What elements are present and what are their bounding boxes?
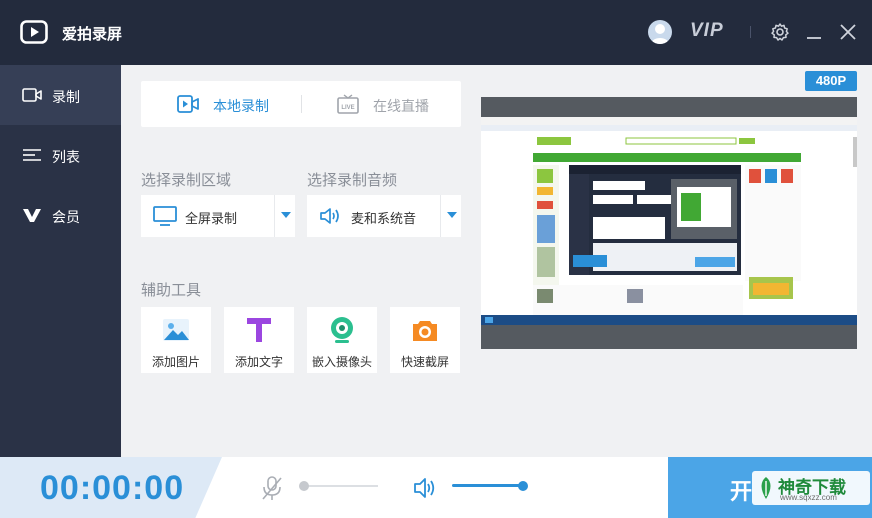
speaker-volume-track[interactable] <box>452 484 524 487</box>
text-t-icon <box>247 318 271 342</box>
record-area-select[interactable]: 全屏录制 <box>141 195 295 237</box>
mic-volume-slider[interactable] <box>299 481 309 491</box>
dropdown-arrow-icon[interactable] <box>447 212 457 218</box>
webcam-icon <box>331 317 353 343</box>
tools-section-label: 辅助工具 <box>141 282 202 299</box>
speaker-volume-slider[interactable] <box>518 481 528 491</box>
microphone-muted-icon[interactable] <box>260 475 284 501</box>
avatar[interactable] <box>648 20 672 44</box>
close-icon[interactable] <box>836 20 860 44</box>
tool-label: 添加图片 <box>151 355 200 369</box>
start-record-label: 开 <box>730 479 753 504</box>
tool-label: 添加文字 <box>234 355 283 369</box>
resolution-badge[interactable]: 480P <box>805 71 857 91</box>
mic-volume-track[interactable] <box>304 485 378 487</box>
sidebar-item-record[interactable]: 录制 <box>0 65 121 125</box>
watermark: 神奇下载 www.sqxzz.com <box>752 471 870 505</box>
app-logo-icon <box>20 20 48 44</box>
record-audio-value: 麦和系统音 <box>351 211 417 226</box>
area-section-label: 选择录制区域 <box>141 172 232 189</box>
audio-section-label: 选择录制音频 <box>307 172 398 189</box>
sidebar-item-label: 录制 <box>52 89 80 105</box>
tool-label: 快速截屏 <box>400 355 449 369</box>
user-avatar-icon <box>651 24 669 44</box>
record-timer: 00:00:00 <box>40 469 185 507</box>
live-tv-icon: LIVE <box>337 94 359 114</box>
local-record-button[interactable]: 本地录制 <box>141 81 301 127</box>
select-divider <box>440 195 441 237</box>
vip-label[interactable]: VIP <box>690 20 724 42</box>
list-icon <box>23 149 41 161</box>
screen-preview <box>481 97 857 349</box>
local-record-label: 本地录制 <box>213 98 269 114</box>
dropdown-arrow-icon[interactable] <box>281 212 291 218</box>
record-audio-select[interactable]: 麦和系统音 <box>307 195 461 237</box>
screenshot-tool[interactable]: 快速截屏 <box>390 307 460 373</box>
select-divider <box>274 195 275 237</box>
sidebar-item-label: 会员 <box>52 209 80 225</box>
bottom-bar: 00:00:00 开 神奇下载 www.sqxzz.com <box>0 457 872 518</box>
live-stream-label: 在线直播 <box>373 98 429 114</box>
webcam-tool[interactable]: 嵌入摄像头 <box>307 307 377 373</box>
add-text-tool[interactable]: 添加文字 <box>224 307 294 373</box>
add-image-tool[interactable]: 添加图片 <box>141 307 211 373</box>
desktop-preview-image <box>481 117 857 325</box>
sidebar: 录制 列表 会员 <box>0 65 121 457</box>
speaker-icon <box>320 208 339 224</box>
monitor-icon <box>153 206 177 226</box>
sidebar-item-list[interactable]: 列表 <box>0 125 121 185</box>
settings-gear-icon[interactable] <box>768 20 792 44</box>
record-mode-switch: 本地录制 LIVE 在线直播 <box>141 81 461 127</box>
sidebar-item-vip[interactable]: 会员 <box>0 185 121 245</box>
record-icon <box>22 88 42 102</box>
live-stream-button[interactable]: LIVE 在线直播 <box>301 81 461 127</box>
app-title: 爱拍录屏 <box>62 26 123 43</box>
camera-icon <box>413 321 437 341</box>
watermark-leaf-icon <box>761 477 771 499</box>
sidebar-item-label: 列表 <box>52 149 80 165</box>
image-icon <box>163 319 189 341</box>
svg-text:LIVE: LIVE <box>341 105 354 111</box>
tool-label: 嵌入摄像头 <box>311 355 372 369</box>
speaker-volume-icon[interactable] <box>412 475 438 501</box>
watermark-subtext: www.sqxzz.com <box>780 493 837 502</box>
title-bar: 爱拍录屏 VIP <box>0 0 872 65</box>
record-area-value: 全屏录制 <box>185 211 238 226</box>
timer-panel: 00:00:00 <box>0 457 222 518</box>
titlebar-separator <box>750 26 751 38</box>
minimize-icon[interactable] <box>802 20 826 44</box>
main-panel: 本地录制 LIVE 在线直播 选择录制区域 选择录制音频 全屏录制 麦和系统音 <box>121 65 872 457</box>
video-play-icon <box>177 95 199 113</box>
vip-v-icon <box>23 209 41 222</box>
